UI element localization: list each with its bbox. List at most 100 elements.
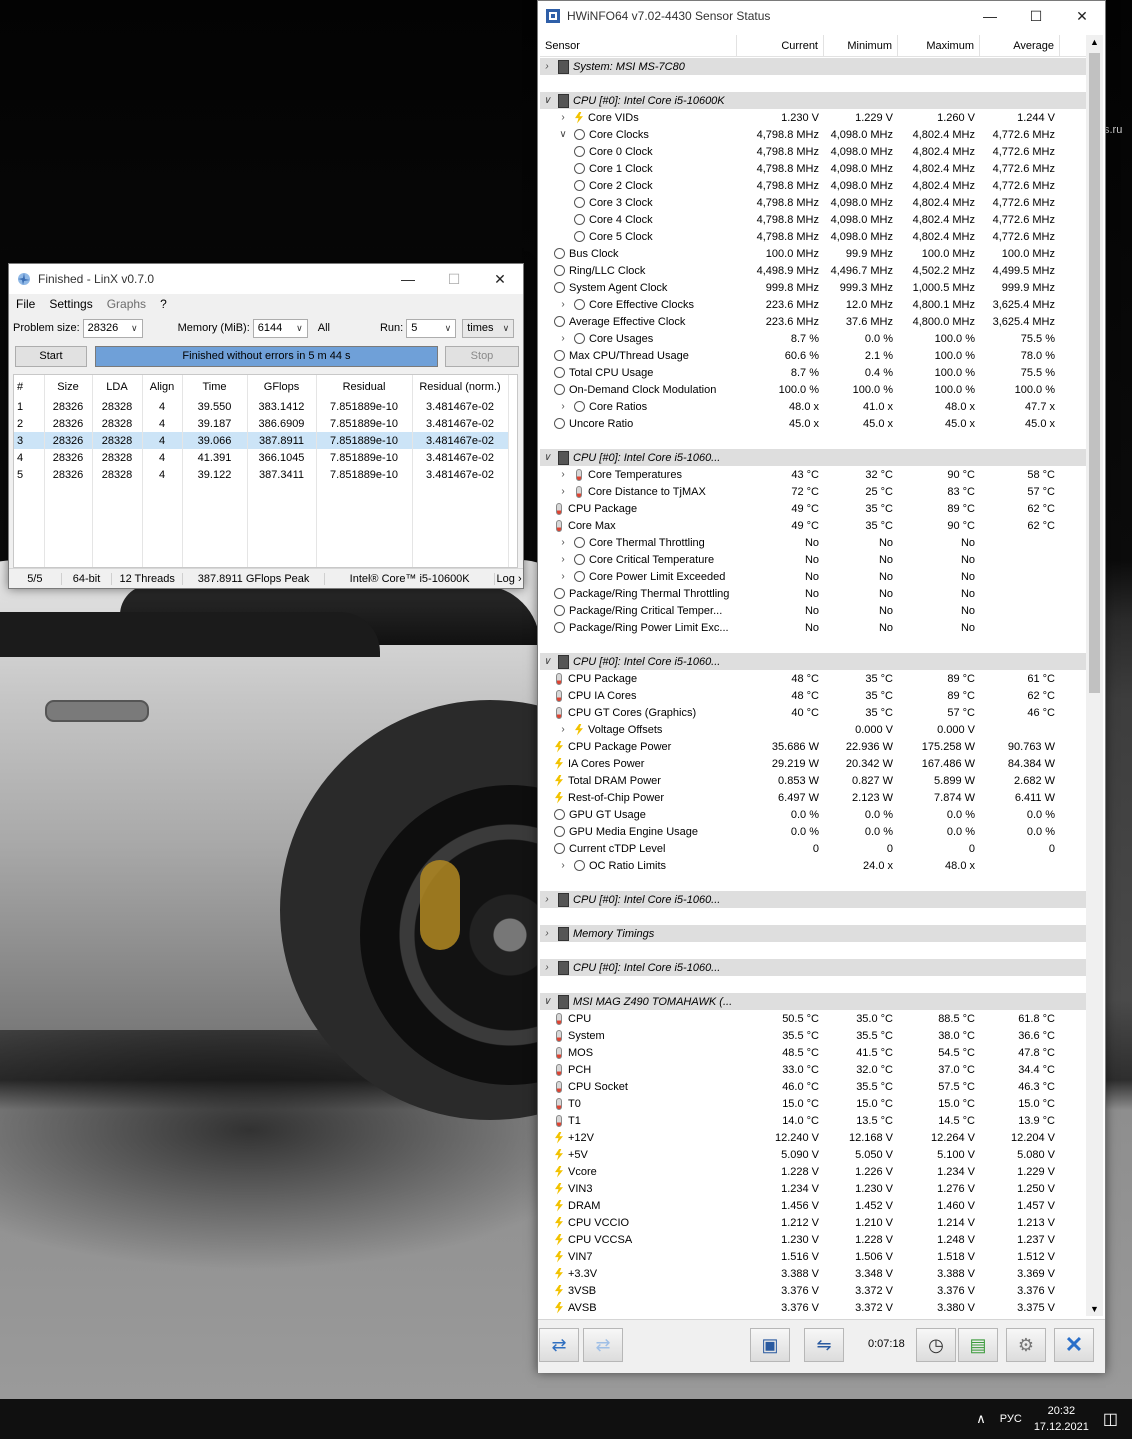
expand-chevron-icon[interactable]: ›: [540, 894, 554, 905]
hwinfo-titlebar[interactable]: HWiNFO64 v7.02-4430 Sensor Status — ☐ ✕: [538, 1, 1105, 31]
column-header[interactable]: Sensor: [540, 35, 737, 56]
expand-chevron-icon[interactable]: ›: [540, 61, 554, 72]
all-checkbox-label[interactable]: All: [318, 322, 330, 334]
menu-help[interactable]: ?: [153, 297, 174, 311]
sensor-row[interactable]: Core 3 Clock 4,798.8 MHz 4,098.0 MHz 4,802.…: [540, 194, 1086, 211]
sensor-row[interactable]: System Agent Clock 999.8 MHz 999.3 MHz 1,00…: [540, 279, 1086, 296]
start-button[interactable]: Start: [15, 345, 87, 367]
table-row[interactable]: 3 28326 28328 4 39.066 387.8911 7.851889e-10 3.…: [14, 432, 509, 449]
scroll-up-icon[interactable]: ▲: [1090, 37, 1099, 47]
expand-chevron-icon[interactable]: ›: [556, 112, 570, 123]
expand-chevron-icon[interactable]: ›: [556, 333, 570, 344]
sensor-row[interactable]: › OC Ratio Limits 24.0 x 48.0 x: [540, 857, 1086, 874]
sensor-row[interactable]: › Core VIDs 1.230 V 1.229 V 1.260 V 1.244 V: [540, 109, 1086, 126]
table-row[interactable]: 4 28326 28328 4 41.391 366.1045 7.851889e-10 3.…: [14, 449, 509, 466]
add-report-icon[interactable]: ▤: [958, 1328, 998, 1362]
close-button[interactable]: ✕: [1059, 1, 1105, 31]
sensor-row[interactable]: CPU Package Power 35.686 W 22.936 W 175.258…: [540, 738, 1086, 755]
notification-icon[interactable]: ◫: [1103, 1409, 1118, 1429]
sensor-row[interactable]: 3VSB 3.376 V 3.372 V 3.376 V 3.376 V: [540, 1282, 1086, 1299]
stop-button[interactable]: Stop: [445, 345, 519, 367]
sensor-group-header[interactable]: › CPU [#0]: Intel Core i5-1060...: [540, 959, 1086, 976]
sensor-group-header[interactable]: ∨ CPU [#0]: Intel Core i5-10600K: [540, 92, 1086, 109]
collapse-chevron-icon[interactable]: ∨: [556, 129, 570, 140]
sensor-row[interactable]: VIN7 1.516 V 1.506 V 1.518 V 1.512 V: [540, 1248, 1086, 1265]
column-header[interactable]: Residual (norm.): [412, 375, 509, 398]
sensor-row[interactable]: CPU GT Cores (Graphics) 40 °C 35 °C 57 °C 46…: [540, 704, 1086, 721]
scrollbar-thumb[interactable]: [1089, 53, 1100, 693]
column-header[interactable]: Size: [44, 375, 93, 398]
run-unit-combo[interactable]: times ∨: [462, 318, 515, 338]
sensor-row[interactable]: Core Max 49 °C 35 °C 90 °C 62 °C: [540, 517, 1086, 534]
sensor-row[interactable]: › Core Usages 8.7 % 0.0 % 100.0 % 75.5 %: [540, 330, 1086, 347]
sensor-row[interactable]: Core 5 Clock 4,798.8 MHz 4,098.0 MHz 4,802.…: [540, 228, 1086, 245]
sensor-row[interactable]: › Core Thermal Throttling No No No: [540, 534, 1086, 551]
log-button[interactable]: Log ›: [495, 573, 523, 585]
sensor-row[interactable]: › Core Ratios 48.0 x 41.0 x 48.0 x 47.7 x: [540, 398, 1086, 415]
navigate-alt-icon[interactable]: ⇄: [583, 1328, 623, 1362]
sensor-group-header[interactable]: › Memory Timings: [540, 925, 1086, 942]
sensor-row[interactable]: Core 2 Clock 4,798.8 MHz 4,098.0 MHz 4,802.…: [540, 177, 1086, 194]
sensor-row[interactable]: › Core Temperatures 43 °C 32 °C 90 °C 58 °C: [540, 466, 1086, 483]
run-combo[interactable]: 5 ∨: [406, 318, 457, 338]
sensor-row[interactable]: Total DRAM Power 0.853 W 0.827 W 5.899 W 2.6…: [540, 772, 1086, 789]
sensor-row[interactable]: Core 1 Clock 4,798.8 MHz 4,098.0 MHz 4,802.…: [540, 160, 1086, 177]
sensor-row[interactable]: ∨ Core Clocks 4,798.8 MHz 4,098.0 MHz 4,802.…: [540, 126, 1086, 143]
expand-chevron-icon[interactable]: ›: [556, 486, 570, 497]
column-header[interactable]: Time: [182, 375, 248, 398]
sensor-group-header[interactable]: ∨ MSI MAG Z490 TOMAHAWK (...: [540, 993, 1086, 1010]
sensor-row[interactable]: PCH 33.0 °C 32.0 °C 37.0 °C 34.4 °C: [540, 1061, 1086, 1078]
expand-chevron-icon[interactable]: ›: [540, 928, 554, 939]
sensor-row[interactable]: › Core Distance to TjMAX 72 °C 25 °C 83 °C 57…: [540, 483, 1086, 500]
sensor-row[interactable]: DRAM 1.456 V 1.452 V 1.460 V 1.457 V: [540, 1197, 1086, 1214]
sensor-row[interactable]: CPU Package 48 °C 35 °C 89 °C 61 °C: [540, 670, 1086, 687]
chevron-up-icon[interactable]: ∧: [976, 1411, 986, 1427]
menu-settings[interactable]: Settings: [42, 297, 99, 311]
minimize-button[interactable]: —: [385, 264, 431, 294]
minimize-button[interactable]: —: [967, 1, 1013, 31]
table-row[interactable]: 1 28326 28328 4 39.550 383.1412 7.851889e-10 3.…: [14, 398, 509, 415]
column-header[interactable]: GFlops: [247, 375, 317, 398]
sensor-row[interactable]: Package/Ring Power Limit Exc... No No No: [540, 619, 1086, 636]
sensor-row[interactable]: CPU 50.5 °C 35.0 °C 88.5 °C 61.8 °C: [540, 1010, 1086, 1027]
expand-chevron-icon[interactable]: ›: [556, 469, 570, 480]
sensor-row[interactable]: +12V 12.240 V 12.168 V 12.264 V 12.204 V: [540, 1129, 1086, 1146]
sensor-row[interactable]: Core 0 Clock 4,798.8 MHz 4,098.0 MHz 4,802.…: [540, 143, 1086, 160]
sensor-row[interactable]: MOS 48.5 °C 41.5 °C 54.5 °C 47.8 °C: [540, 1044, 1086, 1061]
sensor-row[interactable]: CPU Package 49 °C 35 °C 89 °C 62 °C: [540, 500, 1086, 517]
network-monitor-icon[interactable]: ▣: [750, 1328, 790, 1362]
language-indicator[interactable]: РУС: [1000, 1413, 1022, 1425]
sensor-row[interactable]: VIN3 1.234 V 1.230 V 1.276 V 1.250 V: [540, 1180, 1086, 1197]
sensor-row[interactable]: IA Cores Power 29.219 W 20.342 W 167.486 W 8…: [540, 755, 1086, 772]
column-header[interactable]: Minimum: [824, 35, 898, 56]
column-header[interactable]: Current: [737, 35, 824, 56]
column-header[interactable]: Residual: [316, 375, 413, 398]
expand-chevron-icon[interactable]: ›: [556, 299, 570, 310]
clock[interactable]: 20:32 17.12.2021: [1034, 1403, 1089, 1435]
expand-chevron-icon[interactable]: ›: [556, 724, 570, 735]
sensor-row[interactable]: AVSB 3.376 V 3.372 V 3.380 V 3.375 V: [540, 1299, 1086, 1315]
sensor-group-header[interactable]: ∨ CPU [#0]: Intel Core i5-1060...: [540, 449, 1086, 466]
sensor-group-header[interactable]: › CPU [#0]: Intel Core i5-1060...: [540, 891, 1086, 908]
sensor-row[interactable]: Current cTDP Level 0 0 0 0: [540, 840, 1086, 857]
sensor-row[interactable]: › Voltage Offsets 0.000 V 0.000 V: [540, 721, 1086, 738]
column-header[interactable]: Maximum: [898, 35, 980, 56]
table-row[interactable]: 5 28326 28328 4 39.122 387.3411 7.851889e-10 3.…: [14, 466, 509, 483]
sensor-row[interactable]: +3.3V 3.388 V 3.348 V 3.388 V 3.369 V: [540, 1265, 1086, 1282]
expand-chevron-icon[interactable]: ›: [556, 571, 570, 582]
collapse-chevron-icon[interactable]: ∨: [540, 95, 554, 106]
sensor-row[interactable]: CPU Socket 46.0 °C 35.5 °C 57.5 °C 46.3 °C: [540, 1078, 1086, 1095]
expand-chevron-icon[interactable]: ›: [556, 860, 570, 871]
maximize-button[interactable]: ☐: [431, 264, 477, 294]
column-header[interactable]: #: [14, 375, 45, 398]
clock-reset-icon[interactable]: ◷: [916, 1328, 956, 1362]
sensor-row[interactable]: Rest-of-Chip Power 6.497 W 2.123 W 7.874 W 6…: [540, 789, 1086, 806]
sensor-row[interactable]: GPU Media Engine Usage 0.0 % 0.0 % 0.0 % 0.0…: [540, 823, 1086, 840]
close-button[interactable]: ✕: [477, 264, 523, 294]
maximize-button[interactable]: ☐: [1013, 1, 1059, 31]
column-header[interactable]: LDA: [92, 375, 143, 398]
collapse-chevron-icon[interactable]: ∨: [540, 996, 554, 1007]
sensor-row[interactable]: Average Effective Clock 223.6 MHz 37.6 MHz…: [540, 313, 1086, 330]
vertical-scrollbar[interactable]: ▲ ▼: [1086, 35, 1103, 1316]
sensor-row[interactable]: On-Demand Clock Modulation 100.0 % 100.0 %…: [540, 381, 1086, 398]
